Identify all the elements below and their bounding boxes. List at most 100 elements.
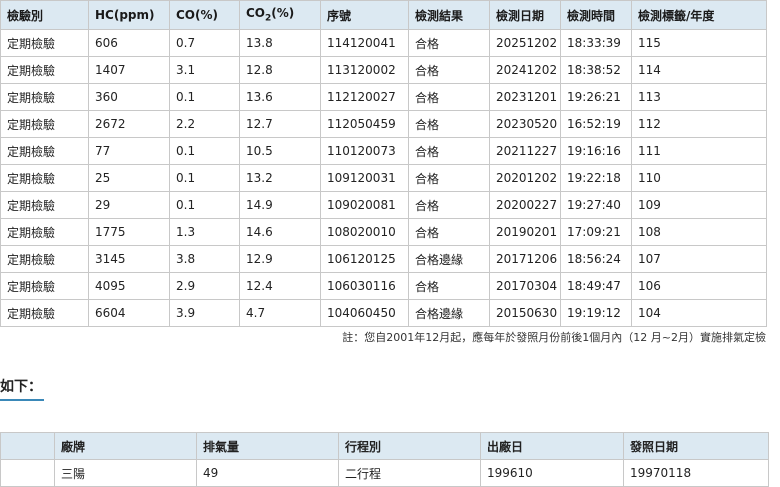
vehicle-cell-brand: 三陽	[54, 459, 197, 487]
cell-time: 18:56:24	[560, 245, 632, 273]
cell-date: 20231201	[489, 83, 561, 111]
cell-serial: 112050459	[320, 110, 409, 138]
cell-co2: 4.7	[239, 299, 321, 327]
cell-co: 0.1	[169, 191, 240, 219]
cell-serial: 108020010	[320, 218, 409, 246]
table-row: 定期檢驗 1407 3.1 12.8 113120002 合格 20241202 18:38:…	[0, 56, 767, 84]
cell-label-year: 115	[631, 29, 767, 57]
cell-hc: 606	[88, 29, 170, 57]
cell-result: 合格	[408, 56, 490, 84]
cell-result: 合格	[408, 29, 490, 57]
table-row: 定期檢驗 77 0.1 10.5 110120073 合格 20211227 19:16:16…	[0, 137, 767, 165]
cell-inspection-type: 定期檢驗	[0, 56, 89, 84]
co2-unit: (%)	[271, 6, 295, 21]
vehicle-col-displacement: 排氣量	[196, 432, 339, 460]
table-row: 定期檢驗 29 0.1 14.9 109020081 合格 20200227 19:27:40…	[0, 191, 767, 219]
co2-label: CO	[246, 6, 266, 21]
cell-label-year: 106	[631, 272, 767, 300]
cell-date: 20211227	[489, 137, 561, 165]
cell-serial: 113120002	[320, 56, 409, 84]
col-header-co2: CO2(%)	[239, 0, 321, 30]
vehicle-row: 三陽 49 二行程 199610 19970118	[0, 459, 769, 487]
cell-label-year: 110	[631, 164, 767, 192]
cell-serial: 112120027	[320, 83, 409, 111]
cell-co2: 10.5	[239, 137, 321, 165]
cell-co2: 12.7	[239, 110, 321, 138]
cell-serial: 109020081	[320, 191, 409, 219]
col-header-inspection-type: 檢驗別	[0, 0, 89, 30]
cell-inspection-type: 定期檢驗	[0, 29, 89, 57]
cell-co: 3.1	[169, 56, 240, 84]
cell-serial: 109120031	[320, 164, 409, 192]
cell-result: 合格	[408, 137, 490, 165]
table-row: 定期檢驗 606 0.7 13.8 114120041 合格 20251202 18:33:3…	[0, 29, 767, 57]
vehicle-info-table: 廠牌 排氣量 行程別 出廠日 發照日期 三陽 49 二行程 199610 199…	[0, 432, 769, 487]
cell-inspection-type: 定期檢驗	[0, 272, 89, 300]
cell-co2: 12.8	[239, 56, 321, 84]
cell-label-year: 104	[631, 299, 767, 327]
col-header-hc: HC(ppm)	[88, 0, 170, 30]
cell-label-year: 114	[631, 56, 767, 84]
cell-result: 合格	[408, 191, 490, 219]
vehicle-cell-displacement: 49	[196, 459, 339, 487]
vehicle-col-license-date: 發照日期	[623, 432, 769, 460]
table-row: 定期檢驗 360 0.1 13.6 112120027 合格 20231201 19:26:2…	[0, 83, 767, 111]
cell-co2: 12.4	[239, 272, 321, 300]
cell-label-year: 108	[631, 218, 767, 246]
cell-result: 合格	[408, 272, 490, 300]
cell-co2: 14.9	[239, 191, 321, 219]
inspection-results-table: 檢驗別 HC(ppm) CO (%) CO2(%) 序號 檢測結果 檢測日期 檢測…	[0, 0, 767, 327]
cell-inspection-type: 定期檢驗	[0, 191, 89, 219]
cell-date: 20170304	[489, 272, 561, 300]
cell-label-year: 113	[631, 83, 767, 111]
cell-serial: 106030116	[320, 272, 409, 300]
cell-date: 20230520	[489, 110, 561, 138]
cell-co2: 13.6	[239, 83, 321, 111]
cell-time: 18:33:39	[560, 29, 632, 57]
cell-date: 20241202	[489, 56, 561, 84]
cell-label-year: 109	[631, 191, 767, 219]
vehicle-col-manufacture-date: 出廠日	[480, 432, 624, 460]
col-header-label-year: 檢測標籤/年度	[631, 0, 767, 30]
cell-hc: 25	[88, 164, 170, 192]
cell-co2: 13.2	[239, 164, 321, 192]
col-header-time: 檢測時間	[560, 0, 632, 30]
vehicle-cell-manufacture-date: 199610	[480, 459, 624, 487]
cell-label-year: 112	[631, 110, 767, 138]
vehicle-header-row: 廠牌 排氣量 行程別 出廠日 發照日期	[0, 432, 769, 460]
table-row: 定期檢驗 1775 1.3 14.6 108020010 合格 20190201 17:09:…	[0, 218, 767, 246]
cell-result: 合格	[408, 110, 490, 138]
cell-co2: 13.8	[239, 29, 321, 57]
cell-date: 20171206	[489, 245, 561, 273]
cell-date: 20190201	[489, 218, 561, 246]
cell-hc: 2672	[88, 110, 170, 138]
table-row: 定期檢驗 4095 2.9 12.4 106030116 合格 20170304 18:49:…	[0, 272, 767, 300]
table-row: 定期檢驗 3145 3.8 12.9 106120125 合格邊緣 20171206 18:5…	[0, 245, 767, 273]
cell-co: 0.1	[169, 164, 240, 192]
cell-result: 合格邊緣	[408, 299, 490, 327]
cell-label-year: 107	[631, 245, 767, 273]
cell-time: 18:38:52	[560, 56, 632, 84]
cell-co: 2.2	[169, 110, 240, 138]
cell-label-year: 111	[631, 137, 767, 165]
cell-serial: 110120073	[320, 137, 409, 165]
col-header-serial: 序號	[320, 0, 409, 30]
cell-hc: 29	[88, 191, 170, 219]
cell-co: 1.3	[169, 218, 240, 246]
cell-serial: 104060450	[320, 299, 409, 327]
cell-inspection-type: 定期檢驗	[0, 110, 89, 138]
cell-co2: 14.6	[239, 218, 321, 246]
vehicle-cell-license-date: 19970118	[623, 459, 769, 487]
cell-inspection-type: 定期檢驗	[0, 164, 89, 192]
col-header-result: 檢測結果	[408, 0, 490, 30]
cell-date: 20150630	[489, 299, 561, 327]
table-row: 定期檢驗 25 0.1 13.2 109120031 合格 20201202 19:22:18…	[0, 164, 767, 192]
vehicle-col-blank	[0, 432, 55, 460]
cell-time: 19:27:40	[560, 191, 632, 219]
cell-inspection-type: 定期檢驗	[0, 218, 89, 246]
vehicle-cell-stroke: 二行程	[338, 459, 481, 487]
cell-hc: 1775	[88, 218, 170, 246]
col-header-date: 檢測日期	[489, 0, 561, 30]
cell-result: 合格	[408, 83, 490, 111]
inspection-note: 註：您自2001年12月起，應每年於發照月份前後1個月內（12 月~2月）實施排…	[342, 331, 766, 344]
